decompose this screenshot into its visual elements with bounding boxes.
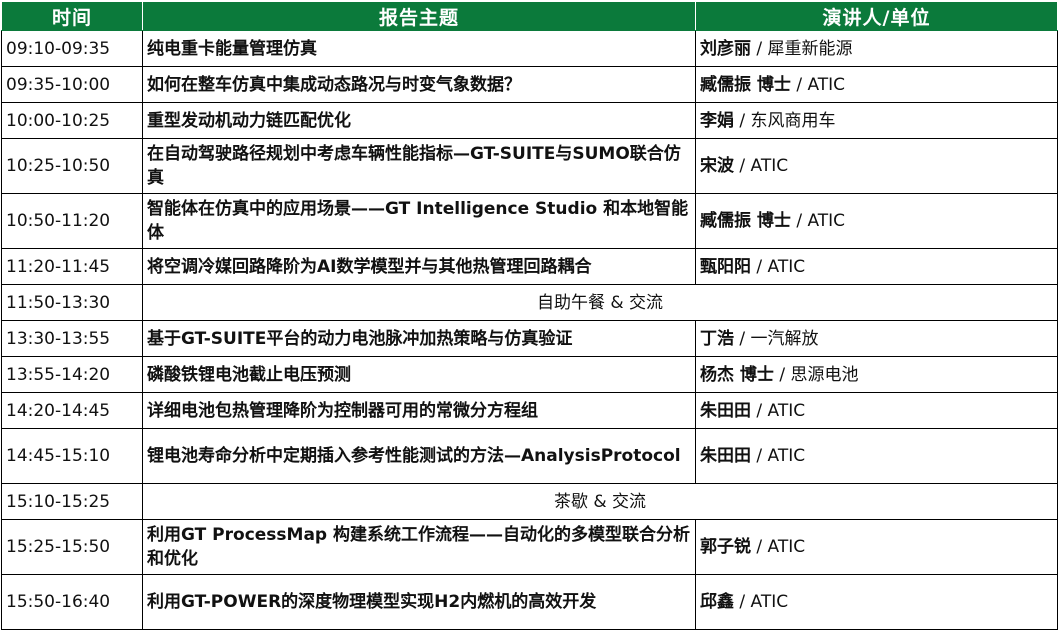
table-row: 13:30-13:55 基于GT-SUITE平台的动力电池脉冲加热策略与仿真验证… <box>1 320 1058 357</box>
speaker-org: / ATIC <box>751 537 806 557</box>
speaker-cell: 邱鑫 / ATIC <box>695 574 1058 630</box>
table-row: 10:00-10:25 重型发动机动力链匹配优化 李娟 / 东风商用车 <box>1 102 1058 139</box>
header-topic: 报告主题 <box>142 1 696 31</box>
header-time: 时间 <box>1 1 143 31</box>
time-cell: 11:20-11:45 <box>1 248 143 285</box>
speaker-cell: 臧儒振 博士 / ATIC <box>695 193 1058 249</box>
break-cell: 茶歇 & 交流 <box>142 483 1058 520</box>
header-row: 时间 报告主题 演讲人/单位 <box>1 1 1058 31</box>
break-cell: 自助午餐 & 交流 <box>142 284 1058 321</box>
speaker-name: 臧儒振 博士 <box>700 74 791 95</box>
speaker-org: / ATIC <box>751 400 806 421</box>
speaker-cell: 郭子锐 / ATIC <box>695 519 1058 575</box>
speaker-name: 邱鑫 <box>700 592 734 612</box>
table-row: 10:25-10:50 在自动驾驶路径规划中考虑车辆性能指标—GT-SUITE与… <box>1 138 1058 194</box>
speaker-org: / 一汽解放 <box>734 328 819 349</box>
speaker-cell: 朱田田 / ATIC <box>695 392 1058 429</box>
speaker-org: / 东风商用车 <box>734 110 836 131</box>
speaker-name: 臧儒振 博士 <box>700 211 791 231</box>
speaker-name: 刘彦丽 <box>700 38 751 59</box>
break-row: 15:10-15:25 茶歇 & 交流 <box>1 483 1058 520</box>
table-row: 13:55-14:20 磷酸铁锂电池截止电压预测 杨杰 博士 / 思源电池 <box>1 356 1058 393</box>
table-row: 09:10-09:35 纯电重卡能量管理仿真 刘彦丽 / 犀重新能源 <box>1 30 1058 67</box>
time-cell: 13:30-13:55 <box>1 320 143 357</box>
speaker-cell: 杨杰 博士 / 思源电池 <box>695 356 1058 393</box>
speaker-cell: 李娟 / 东风商用车 <box>695 102 1058 139</box>
time-cell: 15:10-15:25 <box>1 483 143 520</box>
speaker-name: 朱田田 <box>700 446 751 466</box>
table-row: 10:50-11:20 智能体在仿真中的应用场景——GT Intelligenc… <box>1 193 1058 249</box>
header-speaker: 演讲人/单位 <box>695 1 1058 31</box>
speaker-org: / ATIC <box>734 156 789 176</box>
topic-cell: 利用GT-POWER的深度物理模型实现H2内燃机的高效开发 <box>142 574 696 630</box>
table-row: 14:45-15:10 锂电池寿命分析中定期插入参考性能测试的方法—Analys… <box>1 428 1058 484</box>
topic-cell: 在自动驾驶路径规划中考虑车辆性能指标—GT-SUITE与SUMO联合仿真 <box>142 138 696 194</box>
agenda-table: 时间 报告主题 演讲人/单位 09:10-09:35 纯电重卡能量管理仿真 刘彦… <box>1 1 1058 630</box>
speaker-org: / 犀重新能源 <box>751 38 853 59</box>
topic-cell: 重型发动机动力链匹配优化 <box>142 102 696 139</box>
speaker-name: 李娟 <box>700 110 734 131</box>
table-row: 15:50-16:40 利用GT-POWER的深度物理模型实现H2内燃机的高效开… <box>1 574 1058 630</box>
speaker-cell: 甄阳阳 / ATIC <box>695 248 1058 285</box>
time-cell: 10:25-10:50 <box>1 138 143 194</box>
speaker-org: / 思源电池 <box>773 364 859 385</box>
topic-cell: 锂电池寿命分析中定期插入参考性能测试的方法—AnalysisProtocol <box>142 428 696 484</box>
time-cell: 11:50-13:30 <box>1 284 143 321</box>
speaker-name: 郭子锐 <box>700 537 751 557</box>
speaker-name: 丁浩 <box>700 328 734 349</box>
time-cell: 13:55-14:20 <box>1 356 143 393</box>
speaker-org: / ATIC <box>751 446 806 466</box>
speaker-cell: 臧儒振 博士 / ATIC <box>695 66 1058 103</box>
time-cell: 10:50-11:20 <box>1 193 143 249</box>
speaker-cell: 丁浩 / 一汽解放 <box>695 320 1058 357</box>
table-row: 15:25-15:50 利用GT ProcessMap 构建系统工作流程——自动… <box>1 519 1058 575</box>
speaker-cell: 宋波 / ATIC <box>695 138 1058 194</box>
time-cell: 14:45-15:10 <box>1 428 143 484</box>
break-row: 11:50-13:30 自助午餐 & 交流 <box>1 284 1058 321</box>
time-cell: 10:00-10:25 <box>1 102 143 139</box>
topic-cell: 基于GT-SUITE平台的动力电池脉冲加热策略与仿真验证 <box>142 320 696 357</box>
time-cell: 09:35-10:00 <box>1 66 143 103</box>
speaker-org: / ATIC <box>790 211 846 231</box>
speaker-org: / ATIC <box>790 74 846 95</box>
speaker-name: 朱田田 <box>700 400 751 421</box>
speaker-org: / ATIC <box>734 592 789 612</box>
topic-cell: 智能体在仿真中的应用场景——GT Intelligence Studio 和本地… <box>142 193 696 249</box>
speaker-cell: 朱田田 / ATIC <box>695 428 1058 484</box>
speaker-name: 杨杰 博士 <box>700 364 774 385</box>
speaker-cell: 刘彦丽 / 犀重新能源 <box>695 30 1058 67</box>
topic-cell: 如何在整车仿真中集成动态路况与时变气象数据？ <box>142 66 696 103</box>
table-row: 14:20-14:45 详细电池包热管理降阶为控制器可用的常微分方程组 朱田田 … <box>1 392 1058 429</box>
speaker-name: 宋波 <box>700 156 734 176</box>
topic-cell: 将空调冷媒回路降阶为AI数学模型并与其他热管理回路耦合 <box>142 248 696 285</box>
table-row: 09:35-10:00 如何在整车仿真中集成动态路况与时变气象数据？ 臧儒振 博… <box>1 66 1058 103</box>
topic-cell: 纯电重卡能量管理仿真 <box>142 30 696 67</box>
topic-cell: 磷酸铁锂电池截止电压预测 <box>142 356 696 393</box>
table-row: 11:20-11:45 将空调冷媒回路降阶为AI数学模型并与其他热管理回路耦合 … <box>1 248 1058 285</box>
time-cell: 09:10-09:35 <box>1 30 143 67</box>
topic-cell: 详细电池包热管理降阶为控制器可用的常微分方程组 <box>142 392 696 429</box>
time-cell: 14:20-14:45 <box>1 392 143 429</box>
time-cell: 15:50-16:40 <box>1 574 143 630</box>
topic-cell: 利用GT ProcessMap 构建系统工作流程——自动化的多模型联合分析和优化 <box>142 519 696 575</box>
speaker-org: / ATIC <box>751 256 806 277</box>
speaker-name: 甄阳阳 <box>700 256 751 277</box>
time-cell: 15:25-15:50 <box>1 519 143 575</box>
